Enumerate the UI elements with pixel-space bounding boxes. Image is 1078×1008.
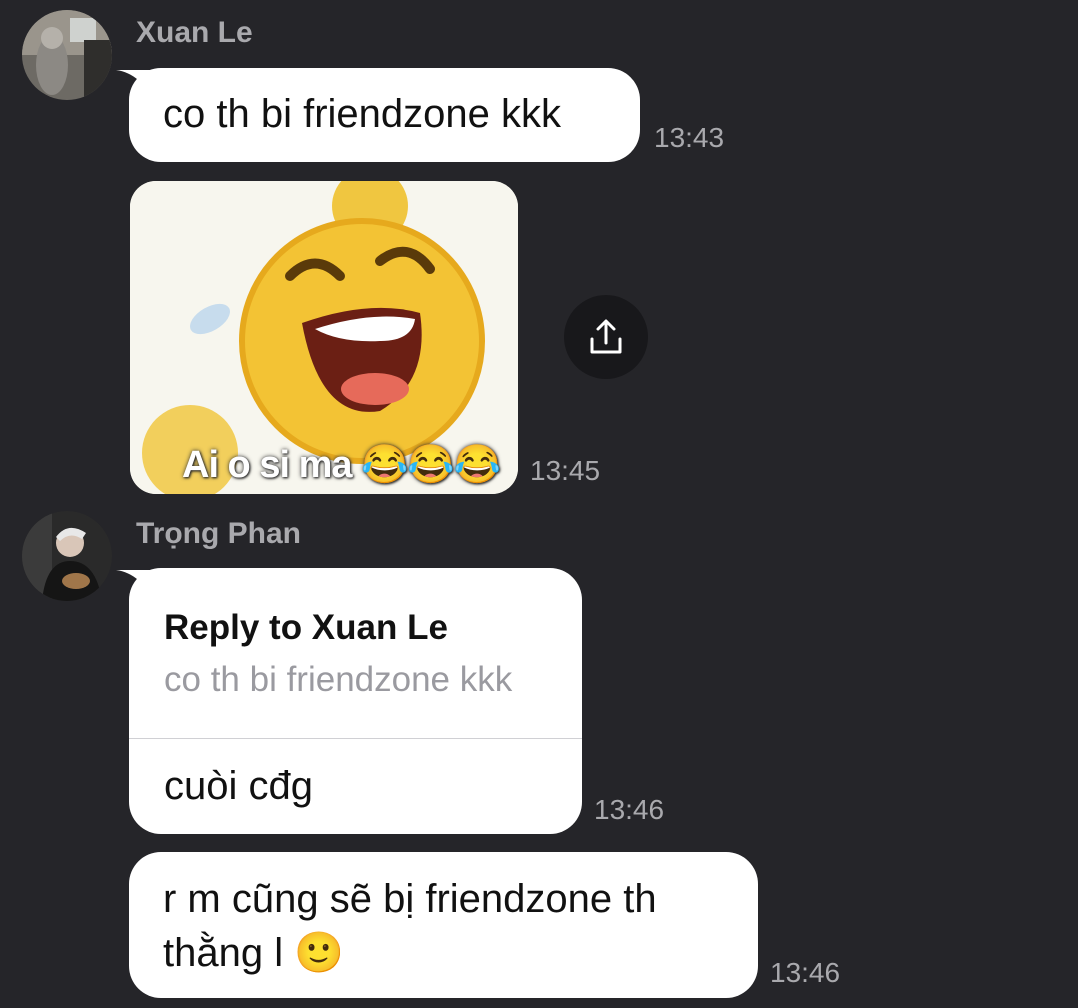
avatar-xuan-le[interactable]	[22, 10, 112, 100]
message-text-line: thằng l 🙂	[163, 931, 345, 975]
message-timestamp: 13:46	[594, 794, 665, 825]
message-bubble[interactable]: co th bi friendzone kkk	[129, 68, 640, 162]
message-bubble[interactable]: r m cũng sẽ bị friendzone th thằng l 🙂	[129, 852, 758, 998]
message-text: cuòi cđg	[164, 764, 313, 808]
avatar-trong-phan[interactable]	[22, 511, 112, 601]
sender-name: Trọng Phan	[136, 517, 301, 550]
message-timestamp: 13:45	[530, 455, 601, 486]
avatar-photo-icon	[22, 10, 112, 100]
share-icon	[590, 319, 622, 354]
message-timestamp: 13:43	[654, 122, 725, 153]
message-text: co th bi friendzone kkk	[163, 92, 561, 136]
share-button[interactable]	[564, 295, 648, 379]
reply-divider	[129, 738, 582, 739]
reply-quoted-text: co th bi friendzone kkk	[164, 660, 513, 699]
message-text-line: r m cũng sẽ bị friendzone th	[163, 877, 657, 921]
avatar-photo-icon	[22, 511, 112, 601]
message-timestamp: 13:46	[770, 957, 841, 988]
image-message[interactable]: Ai o si ma 😂😂😂	[130, 181, 518, 494]
image-caption: Ai o si ma 😂😂😂	[182, 444, 501, 486]
sender-name: Xuan Le	[136, 16, 253, 49]
reply-message-bubble[interactable]: Reply to Xuan Le co th bi friendzone kkk…	[129, 568, 582, 834]
reply-header: Reply to Xuan Le	[164, 608, 448, 647]
